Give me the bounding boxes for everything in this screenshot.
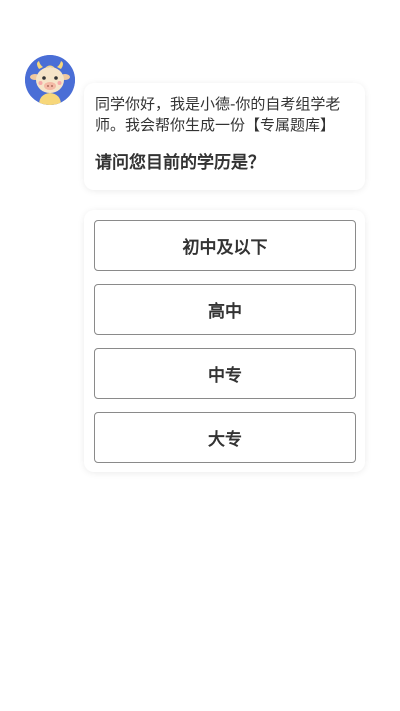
option-junior-college[interactable]: 大专	[94, 412, 356, 463]
options-card: 初中及以下 高中 中专 大专	[84, 210, 365, 472]
option-junior-high-or-below[interactable]: 初中及以下	[94, 220, 356, 271]
question-text: 请问您目前的学历是？	[95, 153, 265, 173]
greeting-text: 同学你好，我是小德-你的自考组学老师。我会帮你生成一份【专属题库】	[95, 95, 341, 134]
cow-mascot-icon	[25, 55, 75, 105]
option-technical-secondary[interactable]: 中专	[94, 348, 356, 399]
message-bubble: 同学你好，我是小德-你的自考组学老师。我会帮你生成一份【专属题库】 请问您目前的…	[84, 83, 365, 190]
chat-screen: 同学你好，我是小德-你的自考组学老师。我会帮你生成一份【专属题库】 请问您目前的…	[0, 0, 400, 711]
teacher-avatar	[25, 55, 75, 105]
option-high-school[interactable]: 高中	[94, 284, 356, 335]
